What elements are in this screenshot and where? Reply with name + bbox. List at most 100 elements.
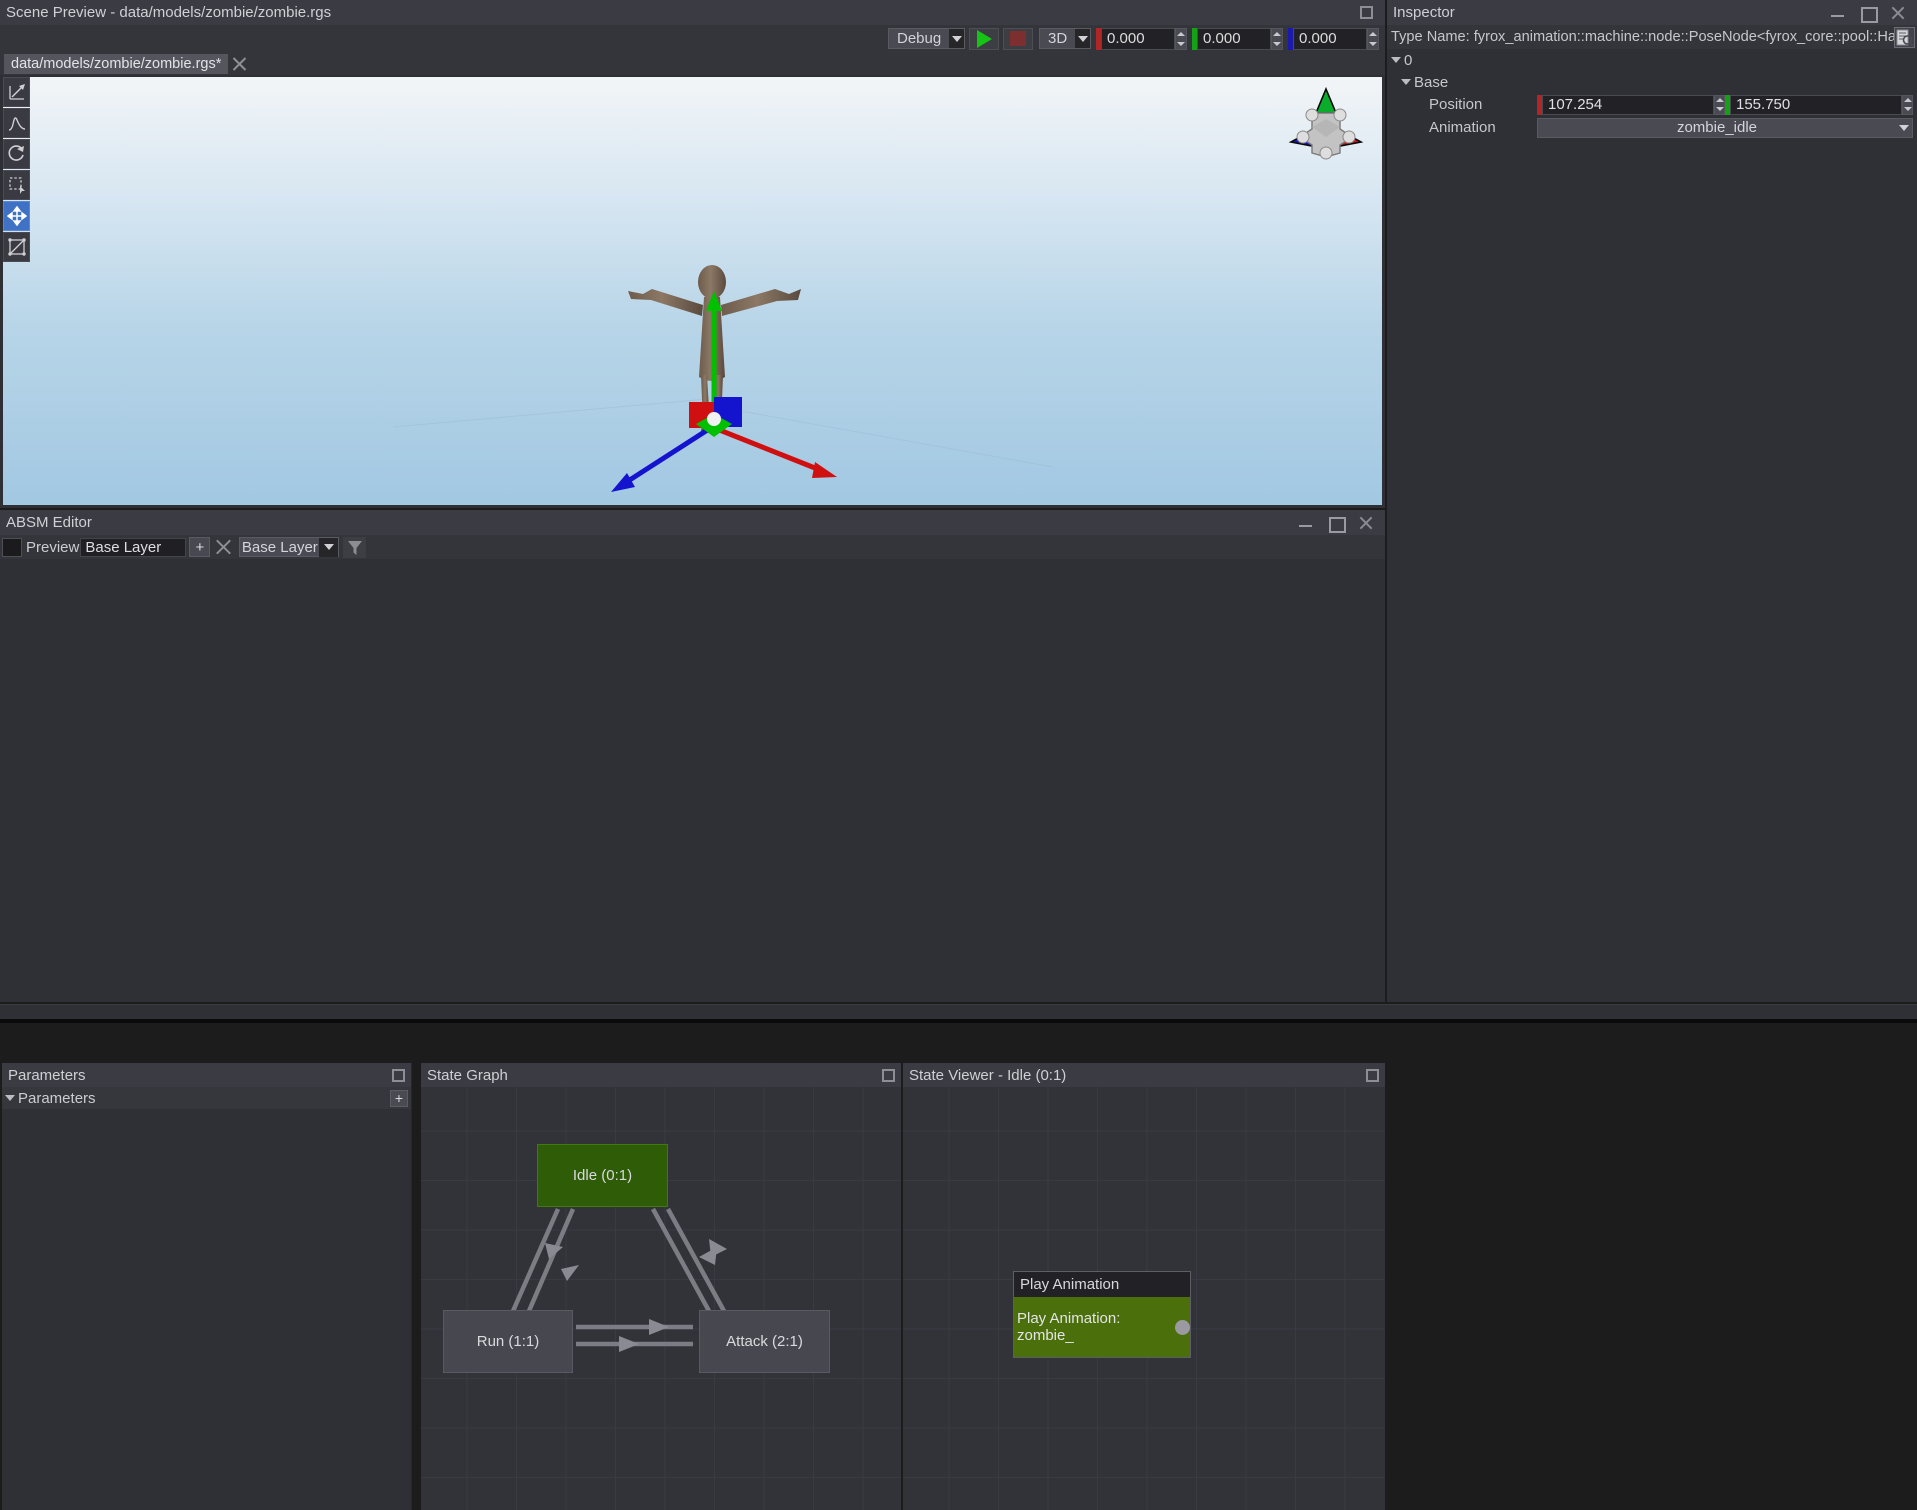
- scale-tool-button[interactable]: [3, 232, 30, 262]
- play-animation-node[interactable]: Play Animation Play Animation: zombie_: [1013, 1271, 1191, 1358]
- output-pin-icon[interactable]: [1175, 1319, 1190, 1335]
- position-x-value[interactable]: 107.254: [1542, 94, 1714, 115]
- 3d-viewport[interactable]: [3, 77, 1382, 505]
- document-tab-label: data/models/zombie/zombie.rgs*: [11, 55, 222, 72]
- move-tool-button[interactable]: [3, 201, 30, 231]
- x-position-stepper[interactable]: [1175, 27, 1187, 50]
- remove-layer-button[interactable]: [213, 537, 234, 557]
- maximize-icon[interactable]: [1360, 6, 1373, 19]
- property-label-animation: Animation: [1429, 119, 1496, 136]
- inspector-titlebar: Inspector: [1387, 0, 1917, 25]
- scene-preview-window: Scene Preview - data/models/zombie/zombi…: [0, 0, 1385, 508]
- chevron-down-icon: [1391, 57, 1401, 63]
- inspector-window: Inspector Type Name: fyrox_animation::ma…: [1387, 0, 1917, 1002]
- x-position-value[interactable]: 0.000: [1101, 27, 1175, 50]
- close-tab-icon[interactable]: [231, 55, 248, 72]
- state-node-run[interactable]: Run (1:1): [443, 1310, 573, 1373]
- chevron-down-icon: [1401, 79, 1411, 85]
- inspector-base-row[interactable]: Base: [1387, 71, 1917, 93]
- inspector-title: Inspector: [1393, 4, 1455, 21]
- state-graph-canvas[interactable]: Idle (0:1) Run (1:1) Attack (2:1): [421, 1087, 901, 1510]
- play-icon: [976, 29, 992, 48]
- position-y-stepper[interactable]: [1902, 94, 1913, 115]
- inspector-type-row: Type Name: fyrox_animation::machine::nod…: [1387, 25, 1917, 49]
- state-node-run-label: Run (1:1): [476, 1333, 540, 1350]
- position-y-field[interactable]: 155.750: [1725, 94, 1913, 115]
- inspect-document-icon[interactable]: [1894, 26, 1915, 48]
- maximize-icon[interactable]: [1329, 516, 1346, 533]
- preview-label: Preview: [26, 538, 80, 556]
- navigation-arrow-icon: [8, 84, 25, 100]
- animation-value: zombie_idle: [1676, 119, 1758, 136]
- parameters-panel-title: Parameters: [8, 1066, 86, 1084]
- play-animation-node-body: Play Animation: zombie_: [1014, 1297, 1190, 1357]
- state-node-attack[interactable]: Attack (2:1): [699, 1310, 830, 1373]
- property-label-position: Position: [1429, 96, 1483, 113]
- state-viewer-canvas[interactable]: Play Animation Play Animation: zombie_: [903, 1087, 1385, 1510]
- minimize-icon[interactable]: [1299, 516, 1313, 530]
- render-mode-dropdown[interactable]: Debug: [888, 28, 965, 49]
- rect-select-tool-button[interactable]: [3, 170, 30, 200]
- dimension-mode-dropdown[interactable]: 3D: [1039, 28, 1091, 49]
- chevron-down-icon: [1075, 29, 1090, 48]
- chevron-down-icon: [5, 1095, 15, 1101]
- filter-icon: [347, 540, 362, 555]
- position-x-field[interactable]: 107.254: [1537, 94, 1725, 115]
- z-position-value[interactable]: 0.000: [1293, 27, 1367, 50]
- close-icon[interactable]: [1891, 6, 1905, 20]
- play-animation-node-text: Play Animation: zombie_: [1017, 1310, 1121, 1344]
- inspector-root-row[interactable]: 0: [1387, 49, 1917, 71]
- stop-icon: [1010, 31, 1026, 46]
- render-mode-value: Debug: [897, 30, 942, 47]
- position-y-value[interactable]: 155.750: [1730, 94, 1902, 115]
- scene-preview-titlebar: Scene Preview - data/models/zombie/zombi…: [0, 0, 1385, 25]
- window-bottom-edge: [0, 1019, 1917, 1023]
- layer-name-input[interactable]: Base Layer: [80, 537, 187, 557]
- maximize-icon[interactable]: [1366, 1068, 1379, 1082]
- scene-preview-toolbar: Debug 3D 0.000 0.000 0.000: [0, 25, 1385, 52]
- add-layer-button[interactable]: +: [189, 537, 211, 557]
- maximize-icon[interactable]: [1861, 6, 1878, 23]
- preview-checkbox[interactable]: [2, 537, 22, 557]
- scale-box-icon: [7, 238, 26, 256]
- state-graph-title: State Graph: [427, 1066, 508, 1084]
- rotate-tool-button[interactable]: [3, 139, 30, 169]
- close-icon[interactable]: [1359, 516, 1373, 530]
- dashed-rect-icon: [8, 177, 25, 194]
- z-position-field[interactable]: 0.000: [1288, 27, 1379, 50]
- state-graph-panel: State Graph Idle (0:1) Run (1:1) Attack …: [421, 1063, 901, 1510]
- stop-button[interactable]: [1003, 27, 1033, 50]
- view-orientation-gizmo[interactable]: [1282, 85, 1370, 165]
- maximize-icon[interactable]: [392, 1068, 405, 1082]
- scene-preview-window-buttons: [1360, 6, 1379, 19]
- z-position-stepper[interactable]: [1367, 27, 1379, 50]
- rotate-arrow-icon: [8, 145, 24, 161]
- x-position-field[interactable]: 0.000: [1096, 27, 1187, 50]
- y-position-value[interactable]: 0.000: [1197, 27, 1271, 50]
- play-animation-node-header[interactable]: Play Animation: [1014, 1272, 1190, 1297]
- play-animation-node-title: Play Animation: [1020, 1276, 1120, 1293]
- four-way-arrows-icon: [6, 206, 27, 226]
- chevron-down-icon: [1896, 124, 1912, 131]
- parameters-section-row[interactable]: Parameters +: [2, 1087, 411, 1109]
- minimize-icon[interactable]: [1831, 6, 1845, 20]
- position-x-stepper[interactable]: [1714, 94, 1725, 115]
- layer-select-dropdown[interactable]: Base Layer: [239, 537, 340, 557]
- document-tab[interactable]: data/models/zombie/zombie.rgs*: [4, 53, 229, 74]
- maximize-icon[interactable]: [882, 1068, 895, 1082]
- add-parameter-button[interactable]: +: [390, 1089, 408, 1107]
- animation-dropdown[interactable]: zombie_idle: [1537, 117, 1913, 138]
- viewport-tool-strip: [3, 77, 30, 263]
- inspector-root-label: 0: [1404, 51, 1413, 69]
- property-row-position: Position 107.254 155.750: [1387, 93, 1917, 116]
- chevron-down-icon: [319, 537, 339, 557]
- dimension-mode-value: 3D: [1048, 30, 1068, 47]
- play-button[interactable]: [969, 27, 999, 50]
- y-position-field[interactable]: 0.000: [1192, 27, 1283, 50]
- absm-titlebar: ABSM Editor: [0, 510, 1385, 535]
- terrain-tool-button[interactable]: [3, 108, 30, 138]
- filter-button[interactable]: [343, 536, 367, 558]
- select-tool-button[interactable]: [3, 77, 30, 107]
- y-position-stepper[interactable]: [1271, 27, 1283, 50]
- state-node-idle[interactable]: Idle (0:1): [537, 1144, 668, 1207]
